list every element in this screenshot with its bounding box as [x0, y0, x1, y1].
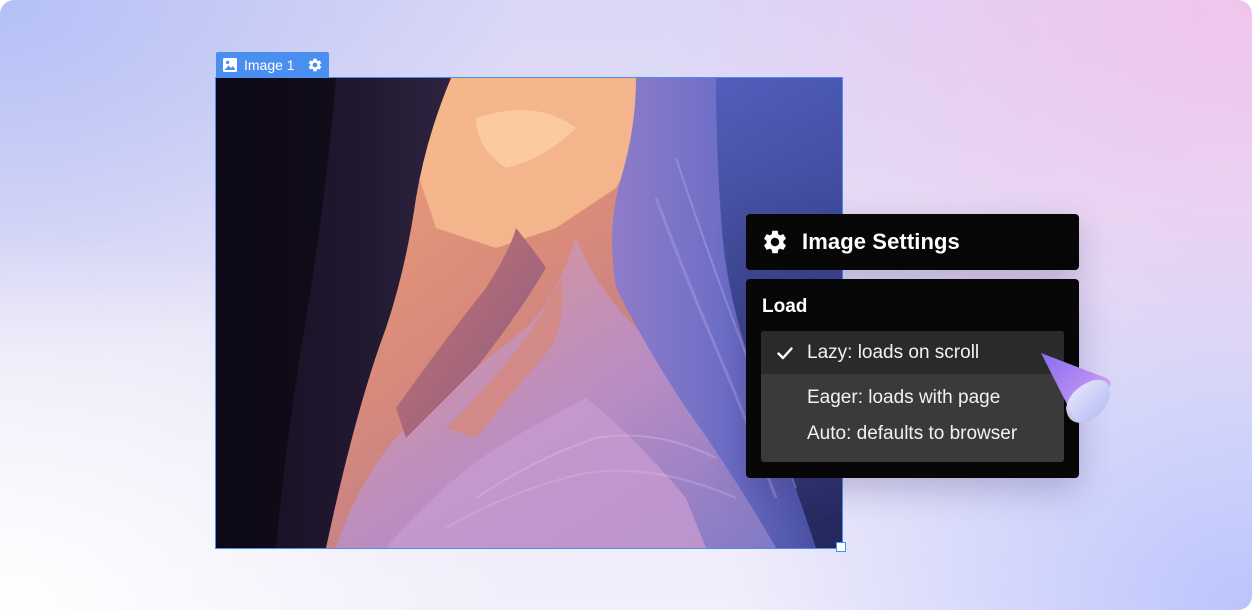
- option-label: Lazy: loads on scroll: [807, 341, 980, 363]
- option-label: Auto: defaults to browser: [807, 423, 1018, 444]
- resize-handle[interactable]: [836, 542, 846, 552]
- image-element-label: Image 1: [244, 57, 295, 73]
- option-auto[interactable]: Auto: defaults to browser: [761, 414, 1064, 454]
- gear-icon: [761, 228, 789, 256]
- cursor-icon: [1036, 350, 1116, 430]
- canvas: Image 1 Image Settings Load Lazy: loads …: [0, 0, 1252, 610]
- image-element-tag[interactable]: Image 1: [216, 52, 329, 78]
- image-icon: [222, 57, 238, 73]
- option-lazy[interactable]: Lazy: loads on scroll: [761, 331, 1064, 374]
- load-options-dropdown[interactable]: Lazy: loads on scroll Eager: loads with …: [761, 331, 1064, 462]
- checkmark-icon: [776, 344, 794, 362]
- settings-title: Image Settings: [802, 229, 960, 254]
- option-label: Eager: loads with page: [807, 387, 1001, 408]
- load-settings-panel: Load Lazy: loads on scroll Eager: loads …: [746, 279, 1079, 478]
- gear-icon[interactable]: [307, 57, 323, 73]
- option-eager[interactable]: Eager: loads with page: [761, 378, 1064, 418]
- load-section-title: Load: [762, 296, 808, 317]
- image-settings-header: Image Settings: [746, 214, 1079, 270]
